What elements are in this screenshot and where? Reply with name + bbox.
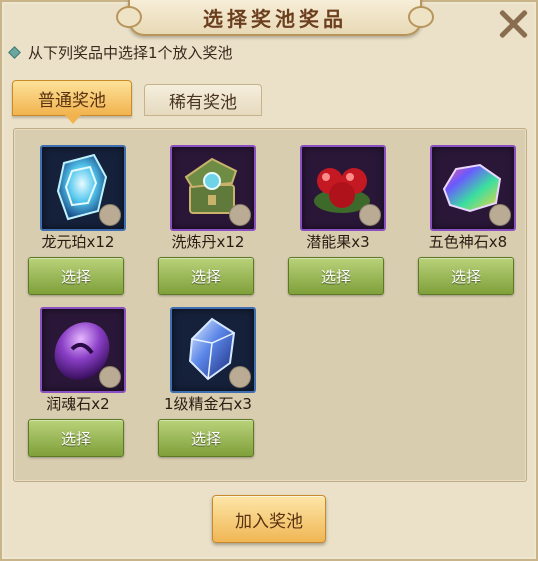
purple-stone-icon [40, 307, 126, 393]
select-button[interactable]: 选择 [158, 419, 254, 457]
tab-normal-pool[interactable]: 普通奖池 [12, 80, 132, 124]
slot-indicator [99, 366, 121, 388]
tab-rare-pool[interactable]: 稀有奖池 [144, 84, 262, 116]
select-button[interactable]: 选择 [288, 257, 384, 295]
dialog-title: 选择奖池奖品 [203, 6, 347, 31]
title-banner: 选择奖池奖品 [116, 0, 434, 36]
slot-indicator [99, 204, 121, 226]
prize-name: 潜能果x3 [306, 233, 370, 251]
rainbow-stone-icon [430, 145, 516, 231]
add-to-pool-button[interactable]: 加入奖池 [212, 495, 326, 543]
slot-indicator [359, 204, 381, 226]
prize-name: 1级精金石x3 [164, 395, 252, 413]
close-icon[interactable] [497, 8, 529, 40]
select-button[interactable]: 选择 [418, 257, 514, 295]
prize-name: 五色神石x8 [428, 233, 508, 251]
prize-name: 洗炼丹x12 [171, 233, 245, 251]
blue-gem-icon [170, 307, 256, 393]
red-berries-icon [300, 145, 386, 231]
select-button[interactable]: 选择 [28, 257, 124, 295]
prize-selection-panel: 选择奖池奖品 从下列奖品中选择1个放入奖池 普通奖池 稀有奖池 龙元珀x12 选… [0, 0, 538, 561]
instruction-line: 从下列奖品中选择1个放入奖池 [8, 42, 233, 63]
prize-name: 龙元珀x12 [41, 233, 115, 251]
select-button[interactable]: 选择 [28, 419, 124, 457]
slot-indicator [489, 204, 511, 226]
instruction-text: 从下列奖品中选择1个放入奖池 [28, 44, 233, 62]
treasure-chest-icon [170, 145, 256, 231]
prize-grid: 龙元珀x12 选择 洗炼丹x12 选择 潜能果x3 选择 五色神石x8 选择 润… [13, 128, 527, 482]
diamond-bullet-icon [8, 46, 21, 59]
blue-crystal-icon [40, 145, 126, 231]
select-button[interactable]: 选择 [158, 257, 254, 295]
prize-name: 润魂石x2 [46, 395, 110, 413]
slot-indicator [229, 366, 251, 388]
slot-indicator [229, 204, 251, 226]
